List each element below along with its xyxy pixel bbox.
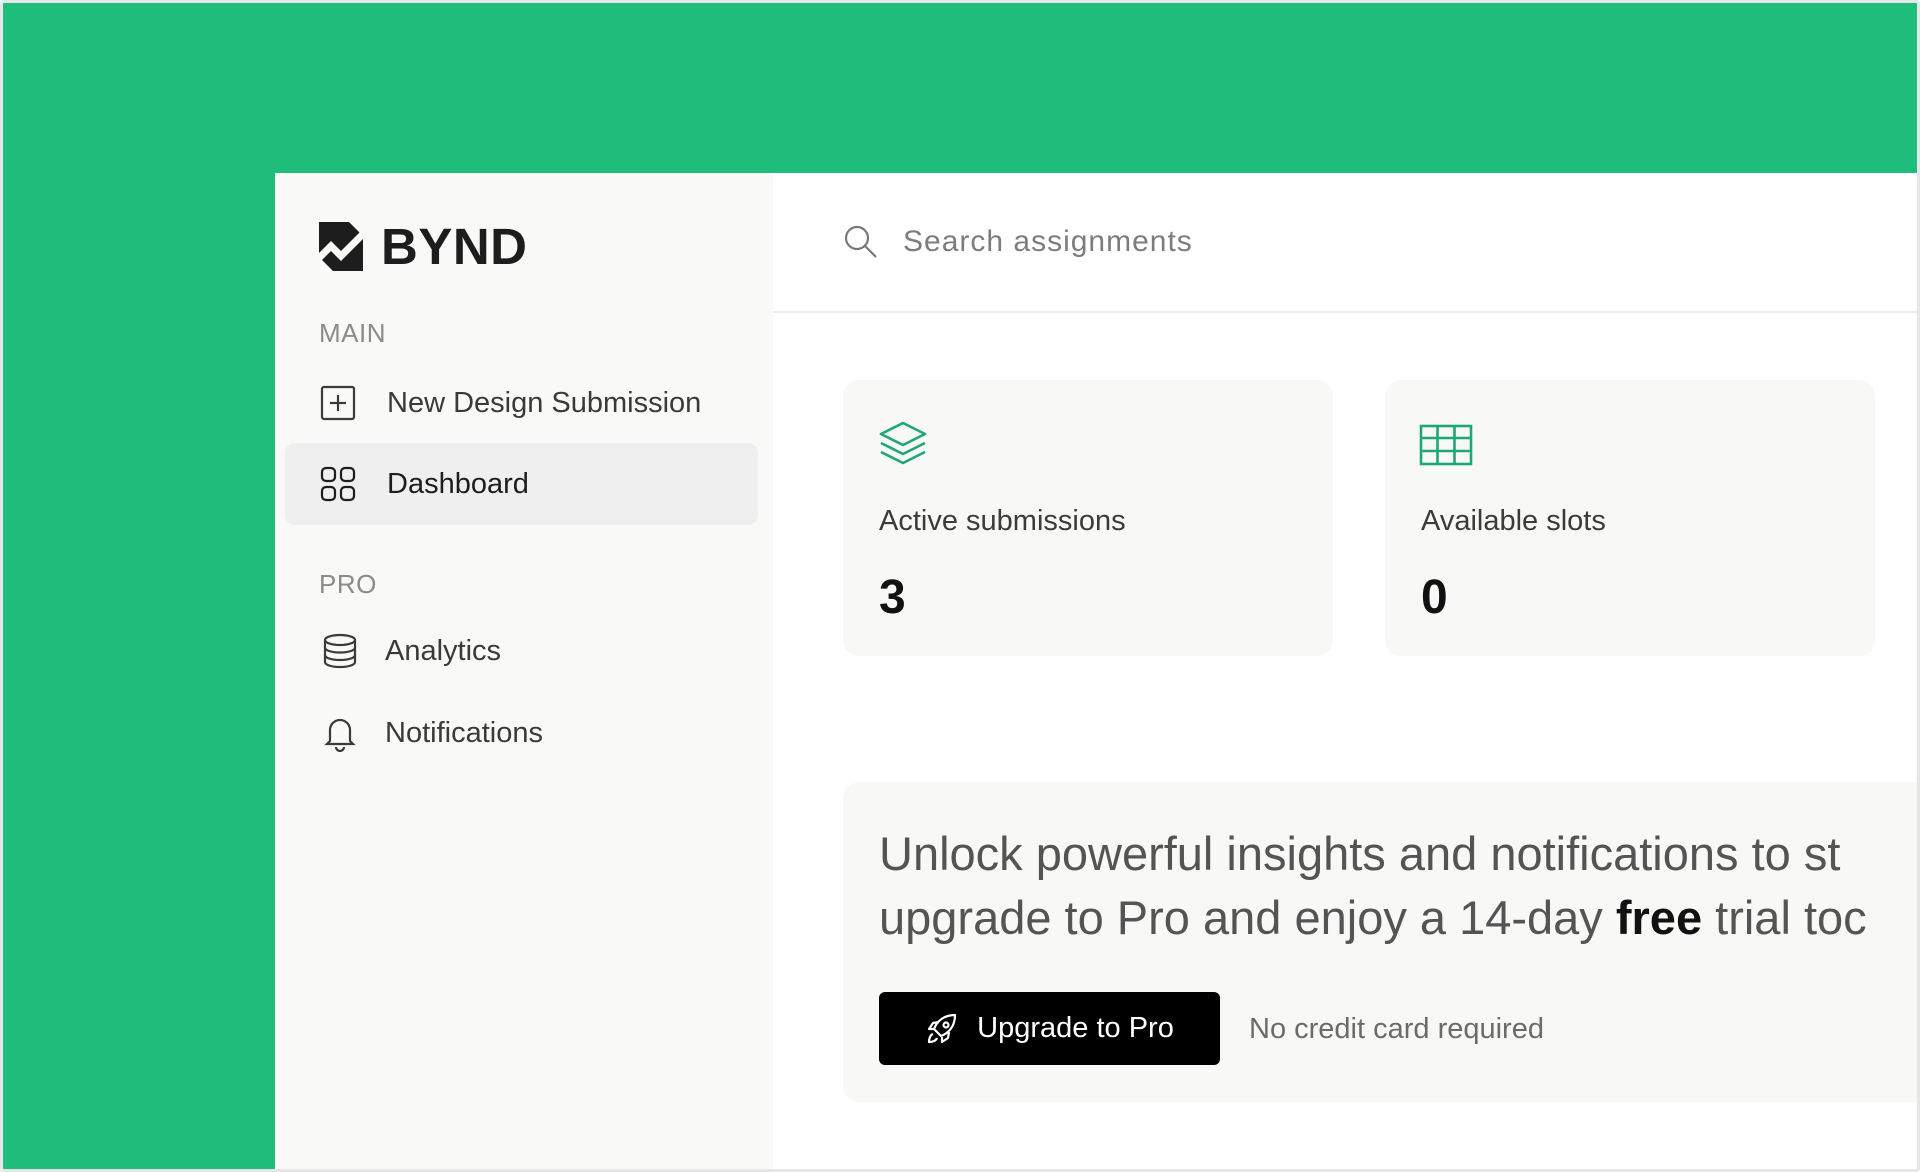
stat-value: 3 — [879, 571, 906, 624]
plus-square-icon — [319, 384, 357, 422]
table-icon — [1419, 424, 1473, 466]
logo[interactable]: BYND — [319, 221, 528, 272]
logo-text: BYND — [381, 218, 528, 275]
database-icon — [321, 632, 359, 670]
nav-item-dashboard[interactable]: Dashboard — [285, 443, 758, 525]
nav-item-label: Dashboard — [387, 467, 529, 500]
stat-card-active-submissions: Active submissions 3 — [843, 380, 1333, 656]
sidebar: BYND MAIN New Design Submission Dashboar… — [275, 173, 773, 1169]
promo-note: No credit card required — [1249, 1013, 1544, 1045]
top-bar — [773, 173, 1917, 313]
nav-item-label: New Design Submission — [387, 386, 702, 419]
bynd-logo-icon — [319, 222, 363, 271]
upgrade-to-pro-button[interactable]: Upgrade to Pro — [879, 992, 1220, 1065]
bell-icon — [321, 714, 359, 752]
nav-item-label: Analytics — [385, 634, 502, 667]
nav-item-new-design-submission[interactable]: New Design Submission — [285, 362, 758, 444]
nav-item-notifications[interactable]: Notifications — [285, 692, 758, 774]
stat-label: Available slots — [1421, 505, 1606, 537]
section-label-main: MAIN — [319, 318, 386, 348]
promo-message: Unlock powerful insights and notificatio… — [879, 822, 1867, 950]
layers-icon — [879, 421, 927, 465]
upgrade-button-label: Upgrade to Pro — [977, 1012, 1174, 1044]
stat-label: Active submissions — [879, 505, 1126, 537]
nav-item-label: Notifications — [385, 716, 543, 749]
stat-value: 0 — [1421, 571, 1448, 624]
promo-line-2-end: trial toc — [1702, 891, 1867, 944]
upgrade-promo-banner: Unlock powerful insights and notificatio… — [843, 782, 1917, 1102]
app-window: BYND MAIN New Design Submission Dashboar… — [275, 173, 1917, 1169]
nav-item-analytics[interactable]: Analytics — [285, 610, 758, 692]
rocket-icon — [928, 1013, 957, 1043]
search-input[interactable] — [901, 224, 1605, 260]
promo-line-1: Unlock powerful insights and notificatio… — [879, 827, 1841, 880]
section-label-pro: PRO — [319, 569, 377, 599]
promo-line-2: upgrade to Pro and enjoy a 14-day free t… — [879, 886, 1867, 950]
stat-card-available-slots: Available slots 0 — [1385, 380, 1875, 656]
search-icon — [844, 225, 877, 258]
grid-icon — [319, 465, 357, 503]
promo-line-2-start: upgrade to Pro and enjoy a 14-day — [879, 891, 1616, 944]
promo-free-text: free — [1615, 891, 1703, 944]
page-frame: BYND MAIN New Design Submission Dashboar… — [0, 0, 1920, 1172]
main-content: Active submissions 3 Available slots 0 U… — [773, 173, 1917, 1169]
